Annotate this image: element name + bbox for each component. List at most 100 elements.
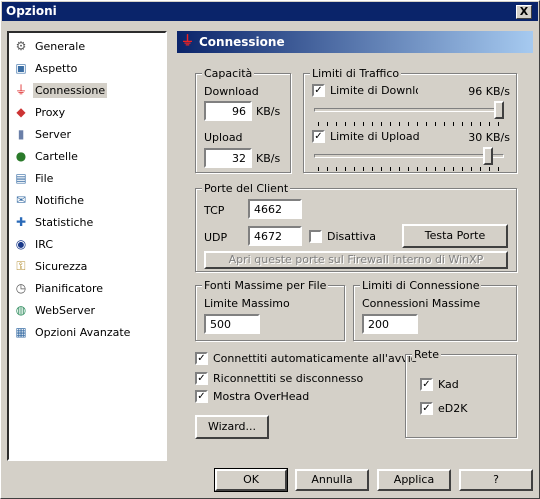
upload-capacity-input[interactable]: 32 bbox=[204, 148, 252, 168]
security-icon: ⚿ bbox=[16, 259, 26, 273]
kad-checkbox[interactable]: ✓ Kad bbox=[420, 378, 459, 391]
max-connections-label: Connessioni Massime bbox=[362, 297, 481, 310]
traffic-limits-group: Limiti di Traffico ✓ Limite di Downloac … bbox=[303, 67, 517, 173]
udp-port-input[interactable]: 4672 bbox=[248, 226, 302, 246]
sidebar-item-pianificatore[interactable]: ◷ Pianificatore bbox=[13, 279, 105, 297]
scheduler-icon: ◷ bbox=[15, 281, 27, 295]
upload-unit: KB/s bbox=[256, 152, 281, 165]
sidebar-item-aspetto[interactable]: ▣ Aspetto bbox=[13, 59, 79, 77]
sidebar-item-statistiche[interactable]: ✚ Statistiche bbox=[13, 213, 95, 231]
upload-limit-checkbox[interactable]: ✓ Limite di Upload bbox=[312, 130, 420, 143]
close-button[interactable]: X bbox=[516, 5, 532, 19]
sidebar-item-label: Generale bbox=[35, 39, 86, 53]
title-bar[interactable]: Opzioni X bbox=[2, 2, 538, 21]
checkbox-box: ✓ bbox=[312, 130, 325, 143]
sources-legend: Fonti Massime per File bbox=[202, 279, 329, 292]
connection-plug-icon: ⏚ bbox=[14, 83, 27, 97]
show-overhead-label: Mostra OverHead bbox=[213, 390, 310, 403]
max-connections-input[interactable]: 200 bbox=[362, 314, 418, 334]
max-sources-input[interactable]: 500 bbox=[204, 314, 260, 334]
checkbox-box bbox=[309, 230, 322, 243]
sidebar-item-irc[interactable]: ◉ IRC bbox=[13, 235, 55, 253]
tcp-label: TCP bbox=[204, 204, 225, 217]
upload-slider-track bbox=[314, 154, 504, 158]
server-icon: ▮ bbox=[17, 127, 25, 141]
upload-slider-ticks bbox=[318, 167, 504, 171]
ed2k-label: eD2K bbox=[438, 402, 468, 415]
disable-udp-checkbox[interactable]: Disattiva bbox=[309, 230, 376, 243]
connections-legend: Limiti di Connessione bbox=[360, 279, 482, 292]
sidebar-item-sicurezza[interactable]: ⚿ Sicurezza bbox=[13, 257, 89, 275]
cancel-button[interactable]: Annulla bbox=[295, 469, 369, 491]
auto-connect-checkbox[interactable]: ✓ Connettiti automaticamente all'avvio bbox=[195, 352, 418, 365]
download-limit-value: 96 KB/s bbox=[468, 85, 510, 98]
download-unit: KB/s bbox=[256, 105, 281, 118]
ok-button[interactable]: OK bbox=[214, 468, 288, 492]
sidebar-item-label: Cartelle bbox=[35, 149, 78, 163]
show-overhead-checkbox[interactable]: ✓ Mostra OverHead bbox=[195, 390, 309, 403]
traffic-legend: Limiti di Traffico bbox=[310, 67, 402, 80]
max-sources-group: Fonti Massime per File Limite Massimo 50… bbox=[195, 279, 345, 341]
file-icon: ▤ bbox=[15, 171, 27, 185]
test-ports-button[interactable]: Testa Porte bbox=[402, 224, 508, 248]
checkbox-box: ✓ bbox=[195, 390, 208, 403]
window-title: Opzioni bbox=[6, 4, 57, 18]
auto-reconnect-label: Riconnettiti se disconnesso bbox=[213, 372, 364, 385]
udp-label: UDP bbox=[204, 231, 228, 244]
sidebar-item-label: Notifiche bbox=[35, 193, 85, 207]
auto-reconnect-checkbox[interactable]: ✓ Riconnettiti se disconnesso bbox=[195, 372, 363, 385]
sidebar-item-label: WebServer bbox=[35, 303, 96, 317]
checkbox-box: ✓ bbox=[420, 378, 433, 391]
sidebar-item-connessione[interactable]: ⏚ Connessione bbox=[13, 81, 108, 99]
ports-legend: Porte del Client bbox=[202, 182, 291, 195]
panel-header: ⏚ Connessione bbox=[177, 31, 533, 53]
sidebar-item-opzioni-avanzate[interactable]: ▦ Opzioni Avanzate bbox=[13, 323, 132, 341]
sidebar-item-label: Sicurezza bbox=[35, 259, 88, 273]
connection-plug-icon: ⏚ bbox=[181, 34, 195, 49]
network-group: Rete ✓ Kad ✓ eD2K bbox=[405, 348, 517, 438]
sidebar-item-proxy[interactable]: ◆ Proxy bbox=[13, 103, 67, 121]
sidebar-item-label: Aspetto bbox=[35, 61, 78, 75]
checkbox-box: ✓ bbox=[195, 372, 208, 385]
sidebar-item-label: Opzioni Avanzate bbox=[35, 325, 131, 339]
kad-label: Kad bbox=[438, 378, 459, 391]
sidebar-item-label: Statistiche bbox=[35, 215, 94, 229]
help-button[interactable]: ? bbox=[459, 469, 533, 491]
wizard-button[interactable]: Wizard... bbox=[195, 415, 269, 439]
ed2k-checkbox[interactable]: ✓ eD2K bbox=[420, 402, 467, 415]
client-ports-group: Porte del Client TCP 4662 UDP 4672 Disat… bbox=[195, 182, 517, 272]
sidebar-item-label: IRC bbox=[35, 237, 54, 251]
upload-label: Upload bbox=[204, 131, 243, 144]
sidebar-item-label: Server bbox=[35, 127, 72, 141]
sidebar-item-cartelle[interactable]: ● Cartelle bbox=[13, 147, 80, 165]
download-limit-checkbox[interactable]: ✓ Limite di Downloac bbox=[312, 84, 418, 97]
checkbox-box: ✓ bbox=[312, 84, 325, 97]
globe-icon: ◍ bbox=[15, 303, 27, 317]
gear-icon: ⚙ bbox=[15, 39, 27, 53]
open-firewall-ports-button[interactable]: Apri queste porte sul Firewall interno d… bbox=[204, 251, 508, 269]
sidebar-item-generale[interactable]: ⚙ Generale bbox=[13, 37, 87, 55]
options-sidebar: ⚙ Generale ▣ Aspetto ⏚ Connessione ◆ Pro… bbox=[7, 31, 167, 461]
notification-icon: ✉ bbox=[15, 193, 27, 207]
apply-button[interactable]: Applica bbox=[377, 469, 451, 491]
sidebar-item-notifiche[interactable]: ✉ Notifiche bbox=[13, 191, 86, 209]
sidebar-item-label: Connessione bbox=[33, 82, 108, 98]
sidebar-item-webserver[interactable]: ◍ WebServer bbox=[13, 301, 97, 319]
sidebar-item-label: File bbox=[35, 171, 54, 185]
checkbox-box: ✓ bbox=[195, 352, 208, 365]
sidebar-item-file[interactable]: ▤ File bbox=[13, 169, 55, 187]
capacity-group: Capacità Download 96 KB/s Upload 32 KB/s bbox=[195, 67, 291, 173]
upload-slider-thumb[interactable] bbox=[483, 147, 494, 165]
connection-panel: ⏚ Connessione Capacità Download 96 KB/s … bbox=[177, 31, 533, 461]
tcp-port-input[interactable]: 4662 bbox=[248, 199, 302, 219]
sidebar-item-server[interactable]: ▮ Server bbox=[13, 125, 73, 143]
download-slider-thumb[interactable] bbox=[494, 101, 504, 119]
download-capacity-input[interactable]: 96 bbox=[204, 101, 252, 121]
panel-title: Connessione bbox=[199, 35, 285, 49]
network-legend: Rete bbox=[412, 348, 441, 361]
upload-limit-label: Limite di Upload bbox=[330, 130, 420, 143]
sidebar-item-label: Pianificatore bbox=[35, 281, 104, 295]
statistics-icon: ✚ bbox=[15, 215, 27, 229]
connection-limits-group: Limiti di Connessione Connessioni Massim… bbox=[353, 279, 517, 341]
appearance-icon: ▣ bbox=[15, 61, 27, 75]
